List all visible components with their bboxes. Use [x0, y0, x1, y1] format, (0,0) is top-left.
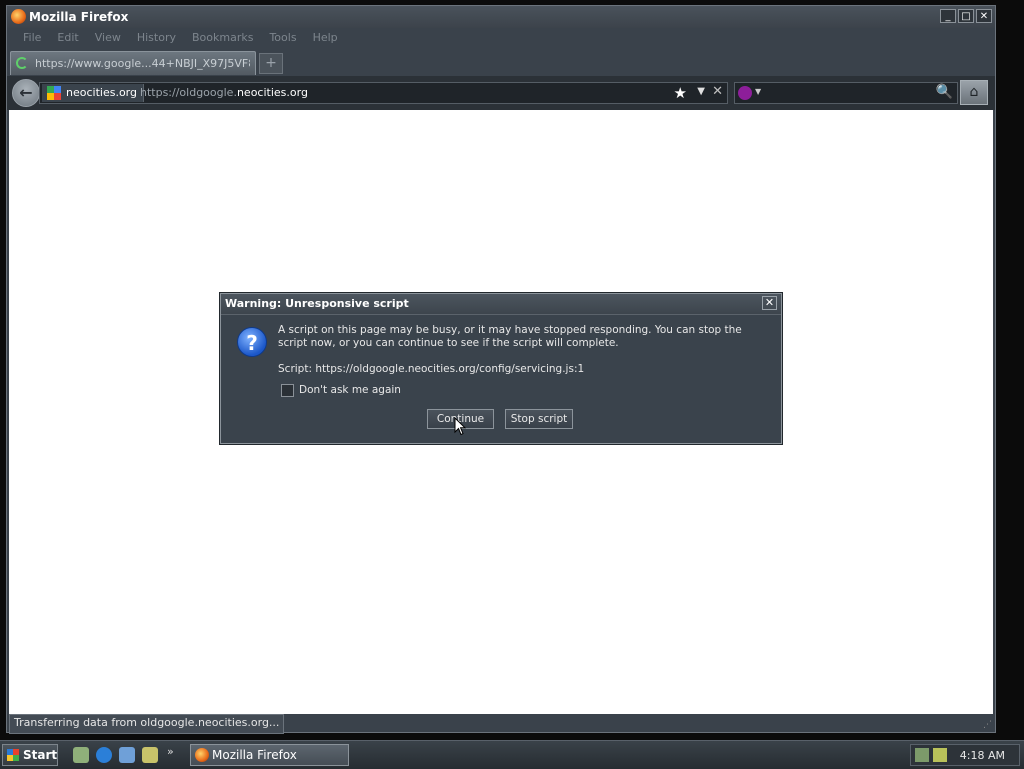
dont-ask-label[interactable]: Don't ask me again — [299, 384, 401, 396]
resize-grip-icon[interactable]: ⋰ — [983, 720, 992, 730]
search-engine-dropdown-icon[interactable]: ▼ — [755, 87, 761, 96]
tab-strip: https://www.google...44+NBJI_X97J5VF8hu … — [7, 48, 995, 76]
taskbar-firefox-label: Mozilla Firefox — [212, 748, 297, 762]
menu-bar: File Edit View History Bookmarks Tools H… — [7, 28, 995, 48]
url-bar[interactable]: neocities.org https://oldgoogle.neocitie… — [39, 82, 728, 104]
dialog-message: A script on this page may be busy, or it… — [278, 324, 742, 349]
dont-ask-checkbox[interactable] — [281, 384, 294, 397]
window-title: Mozilla Firefox — [29, 10, 129, 24]
menu-view[interactable]: View — [87, 28, 129, 48]
url-host: neocities.org — [236, 86, 308, 99]
navigation-toolbar: ← neocities.org https://oldgoogle.neocit… — [7, 76, 995, 110]
maximize-button[interactable]: □ — [958, 9, 974, 23]
menu-bookmarks[interactable]: Bookmarks — [184, 28, 261, 48]
tab-active[interactable]: https://www.google...44+NBJI_X97J5VF8hu — [10, 51, 256, 75]
site-identity-button[interactable]: neocities.org — [42, 84, 144, 102]
outlook-icon[interactable] — [119, 747, 135, 763]
dialog-title: Warning: Unresponsive script — [225, 297, 409, 310]
stop-icon[interactable]: ✕ — [712, 84, 723, 99]
windows-flag-icon — [7, 749, 19, 761]
back-button[interactable]: ← — [12, 79, 40, 107]
clock[interactable]: 4:18 AM — [960, 749, 1005, 762]
stop-script-button[interactable]: Stop script — [505, 409, 573, 429]
dialog-close-button[interactable]: ✕ — [762, 296, 777, 310]
home-button[interactable]: ⌂ — [960, 80, 988, 105]
explorer-icon[interactable] — [142, 747, 158, 763]
new-tab-button[interactable]: + — [259, 53, 283, 74]
status-text: Transferring data from oldgoogle.neociti… — [9, 714, 285, 734]
tray-app-icon[interactable] — [933, 748, 947, 762]
close-window-button[interactable]: ✕ — [976, 9, 992, 23]
menu-history[interactable]: History — [129, 28, 184, 48]
search-engine-icon[interactable] — [738, 86, 752, 100]
taskbar-firefox-button[interactable]: Mozilla Firefox — [190, 744, 349, 766]
menu-edit[interactable]: Edit — [49, 28, 86, 48]
question-icon: ? — [237, 327, 267, 357]
loading-spinner-icon — [16, 57, 28, 69]
menu-tools[interactable]: Tools — [261, 28, 304, 48]
script-location: Script: https://oldgoogle.neocities.org/… — [278, 363, 585, 375]
menu-help[interactable]: Help — [305, 28, 346, 48]
dialog-titlebar[interactable]: Warning: Unresponsive script ✕ — [221, 294, 781, 315]
back-arrow-icon: ← — [19, 83, 33, 102]
magnifier-icon[interactable]: 🔍 — [936, 84, 953, 100]
identity-label: neocities.org — [66, 86, 137, 99]
window-controls: _ □ ✕ — [940, 9, 992, 23]
start-label: Start — [23, 748, 58, 762]
star-icon[interactable]: ★ — [674, 84, 687, 102]
site-favicon-icon — [47, 86, 61, 100]
url-dropdown-icon[interactable]: ▼ — [697, 86, 705, 97]
home-icon: ⌂ — [969, 84, 979, 100]
quick-launch-more-icon[interactable]: » — [167, 745, 174, 758]
taskbar: Start » Mozilla Firefox 4:18 AM — [0, 740, 1024, 769]
minimize-button[interactable]: _ — [940, 9, 956, 23]
show-desktop-icon[interactable] — [73, 747, 89, 763]
menu-file[interactable]: File — [15, 28, 49, 48]
url-prefix: https://oldgoogle. — [140, 86, 237, 99]
firefox-icon — [11, 9, 26, 24]
window-titlebar[interactable]: Mozilla Firefox _ □ ✕ — [7, 6, 995, 28]
internet-explorer-icon[interactable] — [96, 747, 112, 763]
tab-label: https://www.google...44+NBJI_X97J5VF8hu — [35, 57, 250, 70]
status-bar: Transferring data from oldgoogle.neociti… — [7, 714, 995, 734]
system-tray: 4:18 AM — [910, 744, 1020, 766]
unresponsive-script-dialog: Warning: Unresponsive script ✕ ? A scrip… — [220, 293, 782, 444]
firefox-icon — [195, 748, 209, 762]
start-button[interactable]: Start — [2, 744, 58, 766]
url-text[interactable]: https://oldgoogle.neocities.org — [140, 86, 308, 99]
network-icon[interactable] — [915, 748, 929, 762]
search-bar[interactable]: ▼ 🔍 — [734, 82, 958, 104]
